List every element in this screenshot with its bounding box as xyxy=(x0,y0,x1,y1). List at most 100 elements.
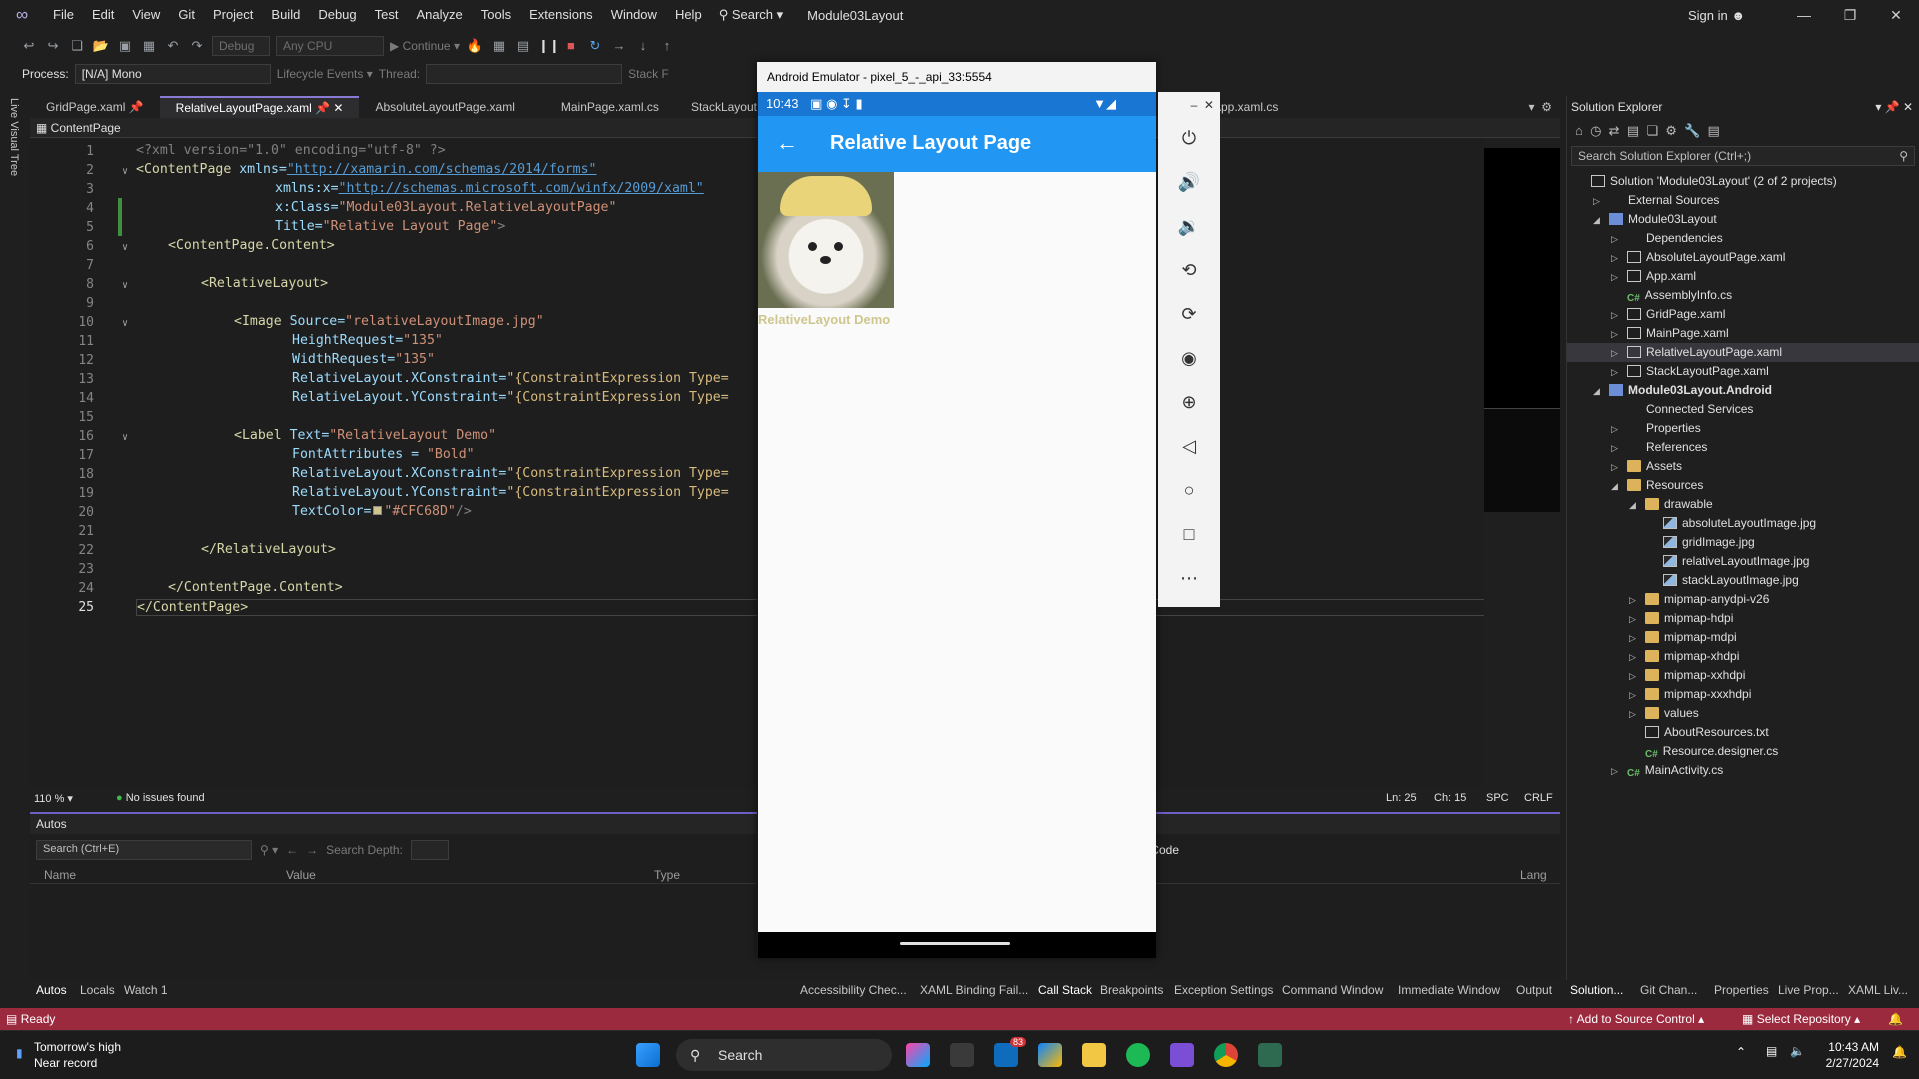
zoom-select[interactable]: 110 % ▾ xyxy=(34,792,73,805)
collapsed-chevron-icon[interactable]: ▷ xyxy=(1629,705,1639,724)
tree-item[interactable]: C# Resource.designer.cs xyxy=(1567,742,1919,761)
weather-widget[interactable]: ▮ Tomorrow's high Near record xyxy=(16,1039,121,1071)
menu-test[interactable]: Test xyxy=(366,0,408,30)
volume-up-icon[interactable]: 🔊 xyxy=(1158,172,1220,193)
task-view-icon[interactable] xyxy=(950,1043,974,1067)
global-search-button[interactable]: ⚲ Search ▾ xyxy=(719,7,783,23)
tab-accessibility-checker[interactable]: Accessibility Chec... xyxy=(800,983,907,997)
taskbar-search[interactable]: ⚲ Search xyxy=(676,1039,892,1071)
column-value[interactable]: Value xyxy=(286,868,316,882)
tab-xaml-binding-failures[interactable]: XAML Binding Fail... xyxy=(920,983,1028,997)
collapsed-chevron-icon[interactable]: ▷ xyxy=(1611,363,1621,382)
tree-item[interactable]: ◢ Module03Layout xyxy=(1567,210,1919,229)
search-depth-select[interactable] xyxy=(410,840,449,860)
menu-git[interactable]: Git xyxy=(169,0,204,30)
tree-item[interactable]: ▷ mipmap-xxxhdpi xyxy=(1567,685,1919,704)
back-triangle-icon[interactable]: ◁ xyxy=(1158,436,1220,457)
save-icon[interactable]: ▣ xyxy=(116,37,134,55)
undo-icon[interactable]: ↶ xyxy=(164,37,182,55)
browser-link-icon[interactable]: ▦ xyxy=(490,37,508,55)
redo-icon[interactable]: ↷ xyxy=(188,37,206,55)
panel-controls-icon[interactable]: ▾ 📌 ✕ xyxy=(1875,96,1919,118)
menu-help[interactable]: Help xyxy=(666,0,711,30)
menu-window[interactable]: Window xyxy=(602,0,666,30)
tree-item[interactable]: ▷ AbsoluteLayoutPage.xaml xyxy=(1567,248,1919,267)
tab-locals[interactable]: Locals xyxy=(80,983,115,997)
minimize-button[interactable]: — xyxy=(1781,7,1827,23)
tab-command-window[interactable]: Command Window xyxy=(1282,983,1383,997)
tree-item[interactable]: C# AssemblyInfo.cs xyxy=(1567,286,1919,305)
visual-studio-icon[interactable] xyxy=(1170,1043,1194,1067)
collapsed-chevron-icon[interactable]: ▷ xyxy=(1611,268,1621,287)
properties-icon[interactable]: 🔧 xyxy=(1684,123,1700,138)
tab-xaml-live-preview[interactable]: XAML Liv... xyxy=(1848,983,1908,997)
tree-item[interactable]: ▷ C# MainActivity.cs xyxy=(1567,761,1919,780)
issues-indicator[interactable]: ● No issues found xyxy=(116,792,205,804)
open-icon[interactable]: 📂 xyxy=(92,37,110,55)
tree-item[interactable]: relativeLayoutImage.jpg xyxy=(1567,552,1919,571)
tab-overflow-icon[interactable]: ▾ ⚙ xyxy=(1529,100,1560,114)
collapsed-chevron-icon[interactable]: ▷ xyxy=(1611,420,1621,439)
tree-item[interactable]: Solution 'Module03Layout' (2 of 2 projec… xyxy=(1567,172,1919,191)
forward-arrow-icon[interactable]: → xyxy=(306,843,318,857)
tree-item[interactable]: ◢ drawable xyxy=(1567,495,1919,514)
save-all-icon[interactable]: ▦ xyxy=(140,37,158,55)
history-icon[interactable]: ◷ xyxy=(1590,123,1601,138)
select-repository-button[interactable]: ▦ Select Repository ▴ xyxy=(1742,1008,1860,1030)
line-indicator[interactable]: Ln: 25 xyxy=(1386,792,1417,804)
tab-properties[interactable]: Properties xyxy=(1714,983,1769,997)
tree-item[interactable]: stackLayoutImage.jpg xyxy=(1567,571,1919,590)
hot-reload-icon[interactable]: 🔥 xyxy=(466,37,484,55)
tab-git-changes[interactable]: Git Chan... xyxy=(1640,983,1697,997)
restart-icon[interactable]: ↻ xyxy=(586,37,604,55)
menu-debug[interactable]: Debug xyxy=(309,0,365,30)
volume-icon[interactable]: 🔈 xyxy=(1790,1044,1805,1058)
tree-item[interactable]: AboutResources.txt xyxy=(1567,723,1919,742)
collapsed-chevron-icon[interactable]: ▷ xyxy=(1611,439,1621,458)
tree-item[interactable]: ▷ StackLayoutPage.xaml xyxy=(1567,362,1919,381)
close-window-button[interactable]: ✕ xyxy=(1873,7,1919,24)
collapsed-chevron-icon[interactable]: ▷ xyxy=(1611,762,1621,781)
live-visual-tree-tab[interactable]: Live Visual Tree xyxy=(8,98,20,176)
tree-item[interactable]: ▷ Assets xyxy=(1567,457,1919,476)
power-icon[interactable]: ⏻ xyxy=(1158,128,1220,149)
preview-icon[interactable]: ▤ xyxy=(1708,123,1720,138)
fold-chevron-icon[interactable]: ∨ xyxy=(122,432,128,443)
back-arrow-icon[interactable]: ← xyxy=(286,843,298,857)
collapsed-chevron-icon[interactable]: ▷ xyxy=(1629,610,1639,629)
restore-button[interactable]: ❐ xyxy=(1827,7,1873,24)
tab-watch-1[interactable]: Watch 1 xyxy=(124,983,168,997)
tree-item[interactable]: ▷ App.xaml xyxy=(1567,267,1919,286)
tab-live-property-explorer[interactable]: Live Prop... xyxy=(1778,983,1839,997)
spotify-icon[interactable] xyxy=(1126,1043,1150,1067)
step-out-icon[interactable]: ↑ xyxy=(658,37,676,55)
tree-item[interactable]: gridImage.jpg xyxy=(1567,533,1919,552)
menu-view[interactable]: View xyxy=(123,0,169,30)
expanded-chevron-icon[interactable]: ◢ xyxy=(1593,382,1603,401)
fold-chevron-icon[interactable]: ∨ xyxy=(122,166,128,177)
tree-item[interactable]: ▷ External Sources xyxy=(1567,191,1919,210)
fold-chevron-icon[interactable]: ∨ xyxy=(122,242,128,253)
collapsed-chevron-icon[interactable]: ▷ xyxy=(1611,230,1621,249)
store-icon[interactable] xyxy=(1038,1043,1062,1067)
tree-item[interactable]: absoluteLayoutImage.jpg xyxy=(1567,514,1919,533)
forward-icon[interactable]: ↪ xyxy=(44,37,62,55)
home-circle-icon[interactable]: ○ xyxy=(1158,480,1220,501)
expanded-chevron-icon[interactable]: ◢ xyxy=(1629,496,1639,515)
emulator-screen[interactable]: 10:43 ▣ ◉ ↧ ▮ ▼◢ ← Relative Layout Page … xyxy=(758,92,1156,958)
tab-autos[interactable]: Autos xyxy=(36,983,67,997)
minimap-viewport[interactable] xyxy=(1484,408,1560,512)
menu-project[interactable]: Project xyxy=(204,0,262,30)
back-arrow-icon[interactable]: ← xyxy=(776,130,798,156)
tree-item[interactable]: ▷ RelativeLayoutPage.xaml xyxy=(1567,343,1919,362)
android-emulator-icon[interactable] xyxy=(1258,1043,1282,1067)
volume-down-icon[interactable]: 🔉 xyxy=(1158,216,1220,237)
pause-icon[interactable]: ❙❙ xyxy=(538,37,560,55)
collapsed-chevron-icon[interactable]: ▷ xyxy=(1629,629,1639,648)
gesture-pill[interactable] xyxy=(900,942,1010,945)
rotate-left-icon[interactable]: ⟲ xyxy=(1158,260,1220,281)
copilot-icon[interactable] xyxy=(906,1043,930,1067)
tab-gridpage[interactable]: GridPage.xaml 📌 xyxy=(30,96,160,118)
fold-chevron-icon[interactable]: ∨ xyxy=(122,318,128,329)
column-language[interactable]: Lang xyxy=(1520,868,1547,882)
